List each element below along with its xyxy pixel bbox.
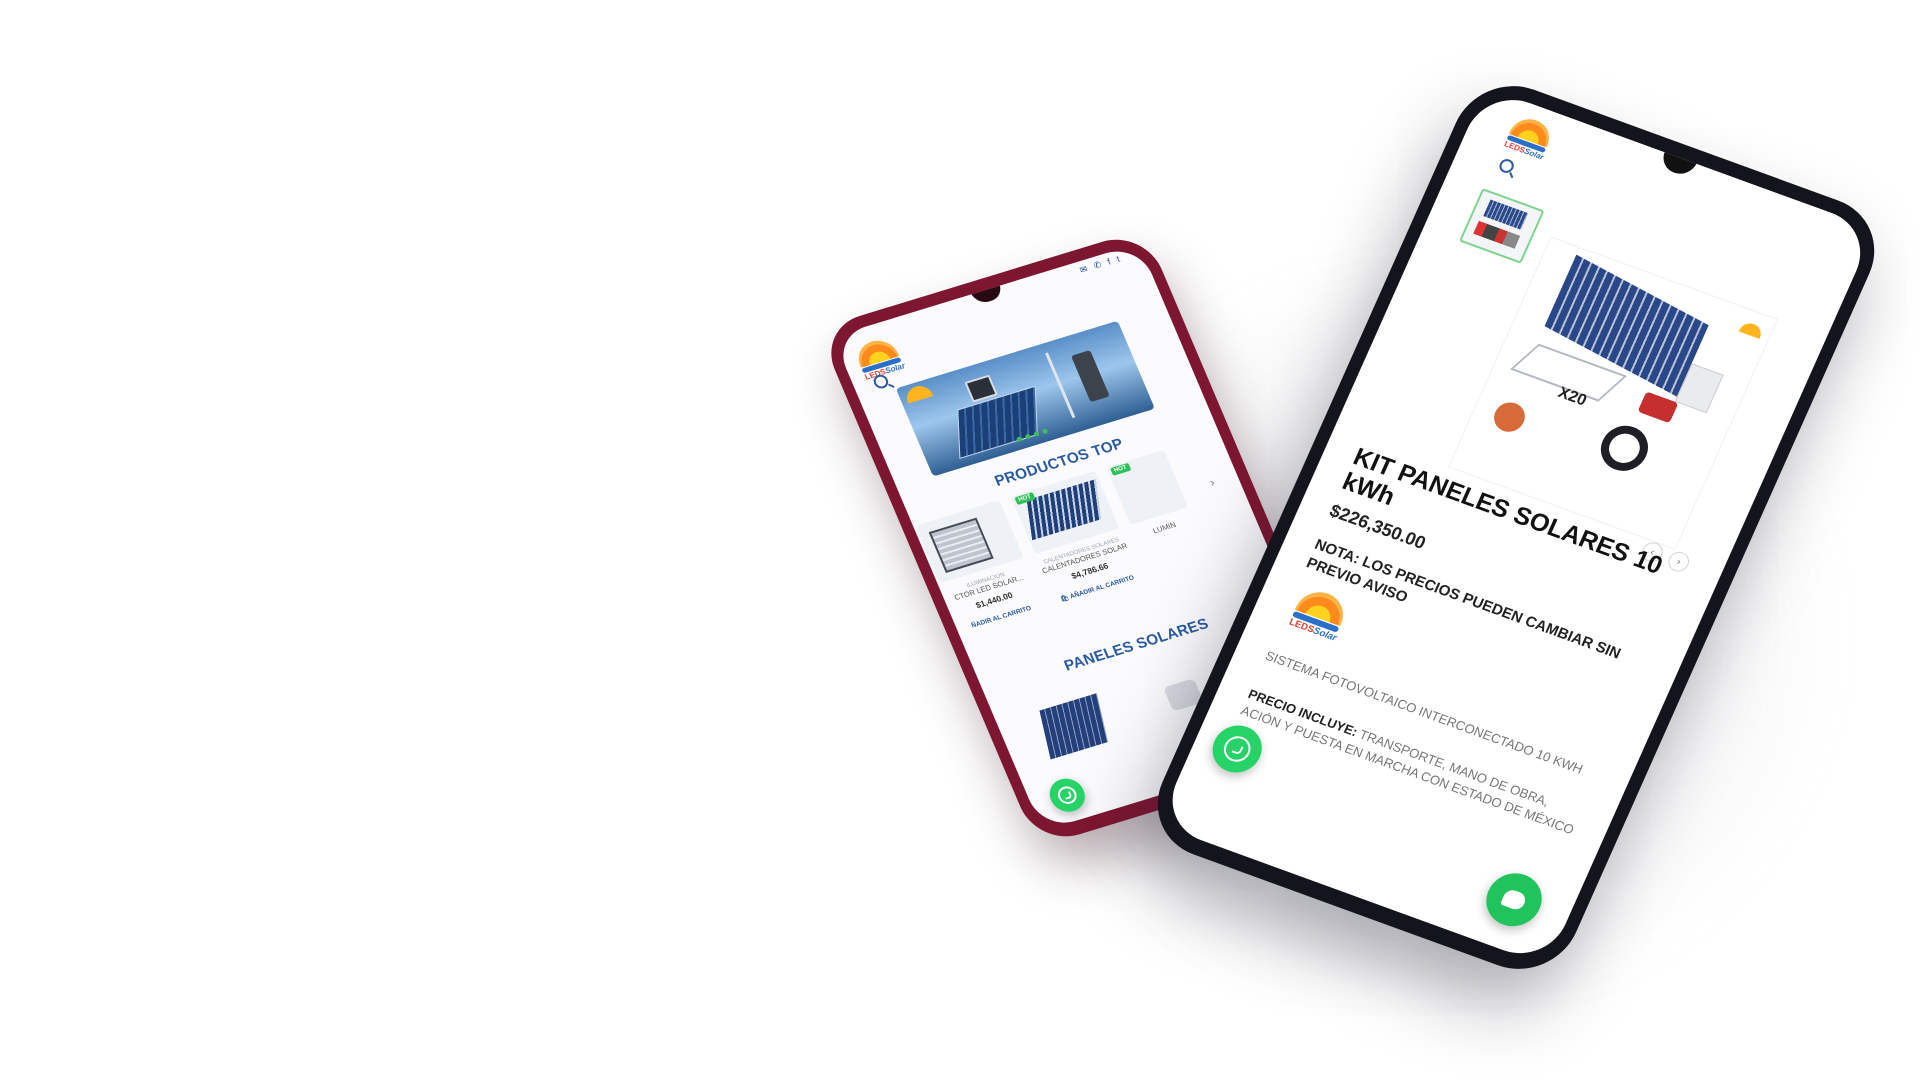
product-card[interactable]: HOT LUMIN [1106, 449, 1194, 541]
search-icon[interactable] [1497, 157, 1517, 175]
product-image[interactable]: HOT [1106, 449, 1189, 525]
solar-heater-image [1070, 350, 1110, 403]
whatsapp-button[interactable] [1204, 718, 1270, 780]
whatsapp-icon [1219, 732, 1255, 766]
products-carousel[interactable]: ILUMINACION CTOR LED SOLAR... $1,440.00 … [915, 437, 1269, 670]
site-logo[interactable]: LEDSSolar [1503, 113, 1557, 162]
hot-badge: HOT [1110, 462, 1132, 476]
mail-icon[interactable]: ✉ [1078, 264, 1090, 276]
topbar-icons: ✉ ✆ f t [1078, 254, 1122, 276]
phone-notch [970, 283, 1005, 306]
product-thumbnail[interactable] [1458, 188, 1545, 264]
facebook-icon[interactable]: f [1106, 257, 1113, 268]
phone-notch [1658, 150, 1698, 179]
search-icon[interactable] [871, 373, 891, 391]
whatsapp-icon [1054, 783, 1080, 807]
chevron-right-icon[interactable]: › [1207, 475, 1216, 489]
banner-logo-icon [903, 382, 934, 404]
chat-button[interactable] [1477, 865, 1551, 934]
whatsapp-button[interactable] [1044, 774, 1091, 816]
product-brand-logo: LEDSSolar [1288, 585, 1353, 643]
solar-panel-image [957, 385, 1038, 460]
twitter-icon[interactable]: t [1115, 254, 1122, 265]
brand-mark-icon [1738, 320, 1765, 339]
chat-bubble-icon [1500, 887, 1529, 912]
phone-icon[interactable]: ✆ [1092, 259, 1104, 271]
cart-icon: 🛍 [1059, 594, 1071, 604]
